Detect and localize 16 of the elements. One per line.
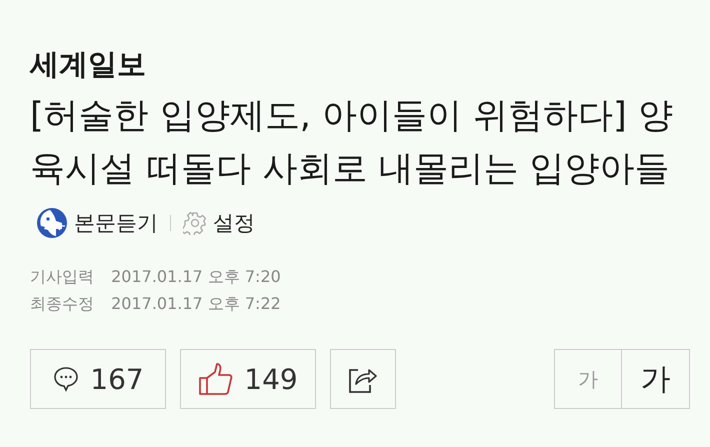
listen-button[interactable]: 본문듣기 bbox=[36, 207, 158, 240]
like-button[interactable]: 149 bbox=[180, 349, 316, 409]
speech-bubble-icon bbox=[52, 365, 80, 393]
date-label: 최종수정 bbox=[30, 294, 94, 313]
comments-button[interactable]: 167 bbox=[30, 349, 166, 409]
share-button[interactable] bbox=[330, 349, 396, 409]
font-size-button[interactable]: 가 bbox=[622, 349, 690, 409]
speaker-face-icon bbox=[36, 207, 68, 240]
date-value: 2017.01.17 오후 7:20 bbox=[111, 267, 281, 286]
settings-button[interactable]: 설정 bbox=[183, 209, 255, 238]
thumbs-up-icon bbox=[198, 362, 234, 396]
date-label: 기사입력 bbox=[30, 267, 94, 286]
settings-icon bbox=[183, 211, 207, 236]
date-value: 2017.01.17 오후 7:22 bbox=[111, 294, 281, 313]
publisher-name: 세계일보 bbox=[30, 46, 147, 83]
headline: [허술한 입양제도, 아이들이 위험하다] 양육시설 떠돌다 사회로 내몰리는 입양아들 bbox=[30, 96, 673, 189]
